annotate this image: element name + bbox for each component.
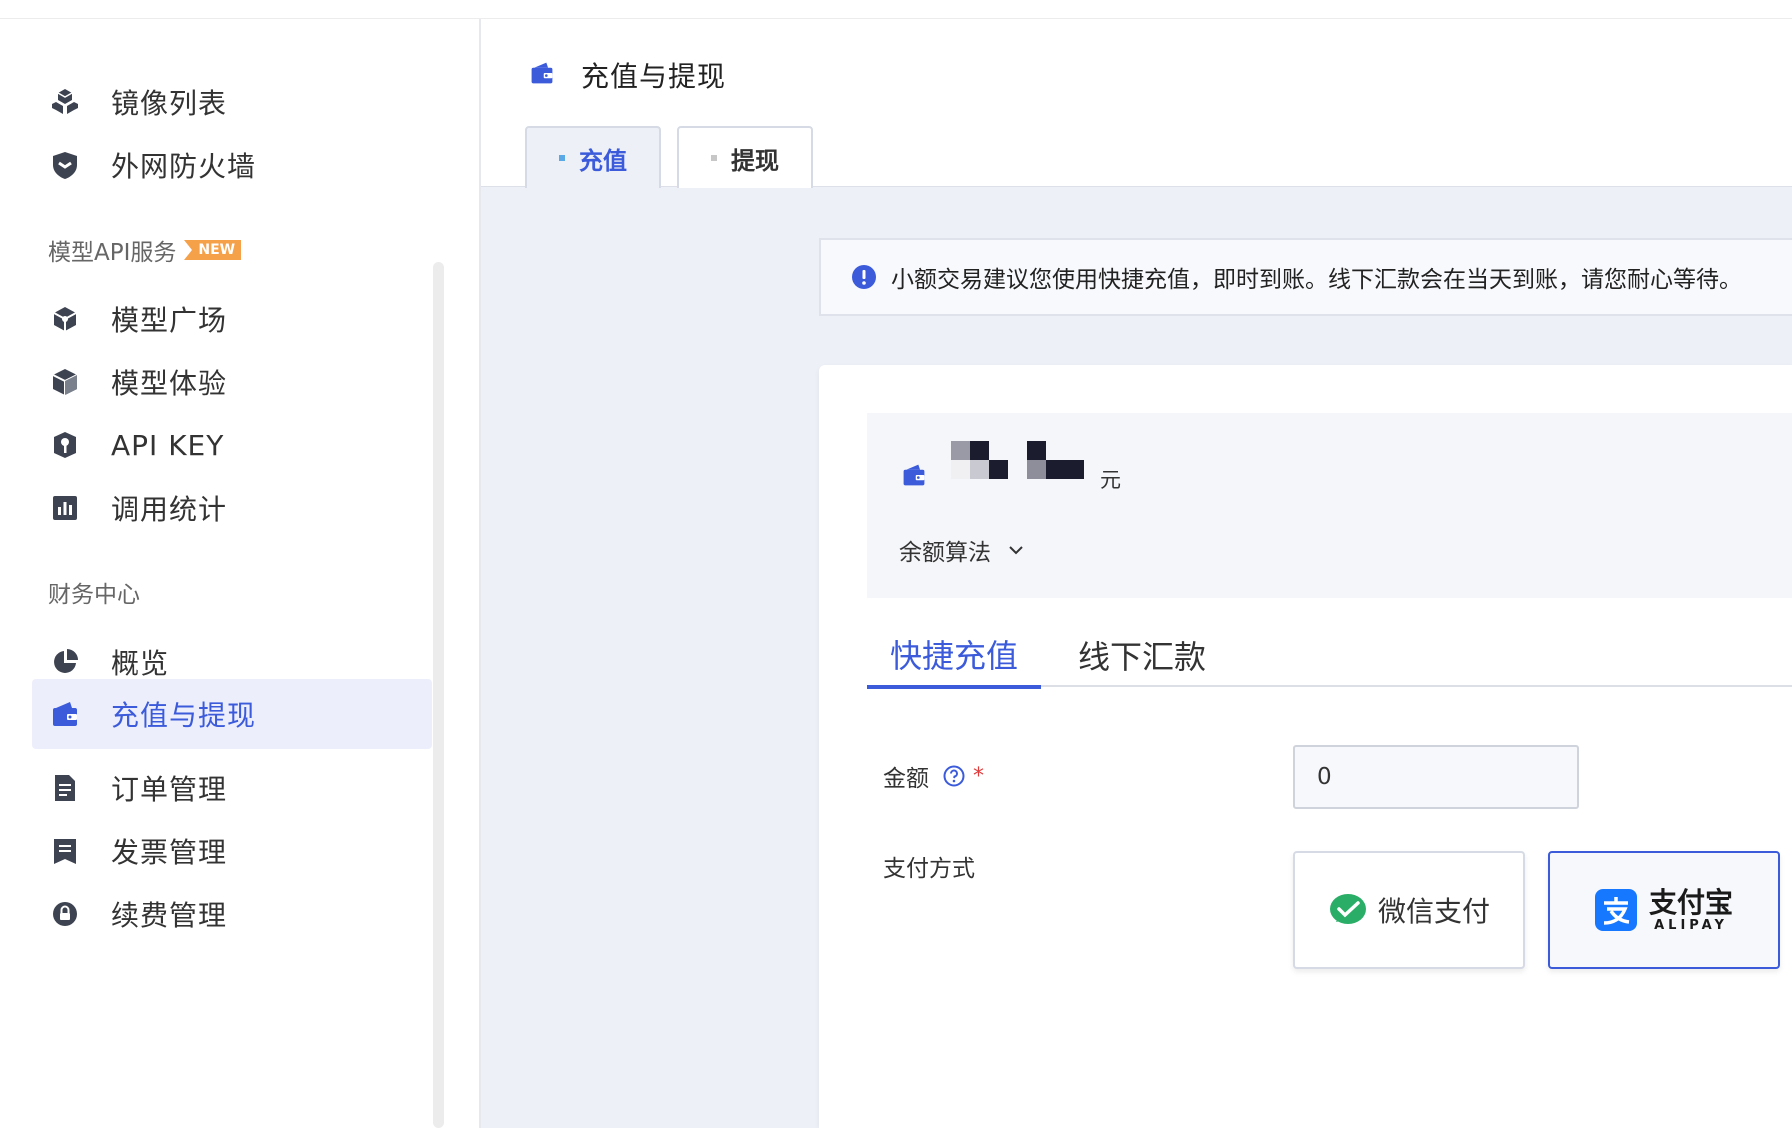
pie-chart-icon <box>49 646 81 678</box>
page-header: 充值与提现 充值 提现 <box>481 19 1792 188</box>
required-mark: * <box>973 763 984 789</box>
alipay-text: 支付宝 ALIPAY <box>1648 885 1733 933</box>
alipay-option[interactable]: 支付宝 ALIPAY <box>1548 851 1780 969</box>
sidebar-item-label: 模型体验 <box>111 367 228 400</box>
notice-banner: 小额交易建议您使用快捷充值，即时到账。线下汇款会在当天到账，请您耐心等待。 <box>819 238 1792 316</box>
section-title-text: 模型API服务 <box>48 240 177 266</box>
sidebar-item-orders[interactable]: 订单管理 <box>32 753 432 823</box>
new-badge: NEW <box>184 240 242 260</box>
payment-method-label: 支付方式 <box>883 849 975 883</box>
sidebar-item-renewals[interactable]: 续费管理 <box>32 879 432 949</box>
sidebar-item-label: 订单管理 <box>111 773 228 806</box>
sidebar-item-firewall[interactable]: 外网防火墙 <box>32 130 432 200</box>
sidebar-item-label: 发票管理 <box>111 836 228 869</box>
page-title: 充值与提现 <box>529 55 726 95</box>
balance-algorithm-label: 余额算法 <box>899 540 991 566</box>
top-bar <box>0 0 1792 19</box>
wechat-pay-option[interactable]: 微信支付 <box>1293 851 1525 969</box>
chevron-down-icon <box>1009 546 1023 555</box>
alipay-icon <box>1594 889 1637 931</box>
wallet-icon <box>529 60 555 90</box>
section-title-finance: 财务中心 <box>48 575 140 609</box>
bar-chart-icon <box>49 492 81 524</box>
payment-method-label-text: 支付方式 <box>883 856 975 882</box>
info-icon <box>851 264 877 290</box>
balance-row: 元 <box>901 441 1121 498</box>
alipay-sub-label: ALIPAY <box>1654 917 1728 933</box>
page-title-text: 充值与提现 <box>581 60 727 93</box>
help-icon[interactable] <box>943 765 965 787</box>
sidebar-item-recharge-withdraw[interactable]: 充值与提现 <box>32 679 432 749</box>
sidebar: 镜像列表 外网防火墙 模型API服务 NEW 模型广场 模型体验 API KEY… <box>0 19 432 1128</box>
sidebar-item-invoices[interactable]: 发票管理 <box>32 816 432 886</box>
wallet-icon <box>901 462 927 492</box>
sidebar-item-label: 模型广场 <box>111 304 228 337</box>
balance-unit: 元 <box>1100 468 1121 492</box>
sidebar-item-api-key[interactable]: API KEY <box>32 410 432 480</box>
invoice-icon <box>49 835 81 867</box>
tab-recharge[interactable]: 充值 <box>525 126 661 188</box>
tab-dot <box>711 155 717 161</box>
wechat-icon <box>1328 892 1368 928</box>
tab-quick-recharge[interactable]: 快捷充值 <box>867 623 1042 689</box>
sidebar-item-label: 镜像列表 <box>111 87 228 120</box>
cubes-icon <box>49 86 81 118</box>
sidebar-item-label: 调用统计 <box>111 493 228 526</box>
renew-icon <box>49 898 81 930</box>
tab-withdraw[interactable]: 提现 <box>677 126 813 188</box>
sidebar-item-images[interactable]: 镜像列表 <box>32 67 432 137</box>
amount-label: 金额 * <box>883 759 984 793</box>
balance-panel: 元 余额算法 <box>867 413 1792 598</box>
balance-amount-redacted <box>951 441 1084 498</box>
shield-icon <box>49 149 81 181</box>
recharge-card: 元 余额算法 快捷充值 线下汇款 金额 * 0 支付方式 微信支付 支付宝 AL… <box>819 365 1792 1128</box>
tab-dot <box>559 155 565 161</box>
amount-input[interactable]: 0 <box>1293 745 1579 809</box>
sidebar-item-label: 续费管理 <box>111 899 228 932</box>
document-icon <box>49 772 81 804</box>
sidebar-item-label: 外网防火墙 <box>111 150 257 183</box>
sidebar-item-model-square[interactable]: 模型广场 <box>32 284 432 354</box>
sidebar-item-label: 充值与提现 <box>111 699 257 732</box>
section-title-model-api: 模型API服务 NEW <box>48 233 242 267</box>
sidebar-item-call-stats[interactable]: 调用统计 <box>32 473 432 543</box>
sidebar-item-label: 概览 <box>111 647 170 680</box>
alipay-label: 支付宝 <box>1648 885 1733 919</box>
model-square-icon <box>49 303 81 335</box>
wechat-pay-label: 微信支付 <box>1377 895 1490 928</box>
tab-label: 充值 <box>579 146 627 175</box>
key-shield-icon <box>49 429 81 461</box>
sidebar-scrollbar[interactable] <box>433 262 444 1128</box>
amount-label-text: 金额 <box>883 766 929 792</box>
wallet-icon <box>49 698 81 730</box>
section-title-text: 财务中心 <box>48 582 140 608</box>
main-content: 充值与提现 充值 提现 小额交易建议您使用快捷充值，即时到账。线下汇款会在当天到… <box>481 19 1792 1128</box>
sidebar-item-model-experience[interactable]: 模型体验 <box>32 347 432 417</box>
recharge-method-tabs: 快捷充值 线下汇款 <box>867 623 1792 689</box>
notice-text: 小额交易建议您使用快捷充值，即时到账。线下汇款会在当天到账，请您耐心等待。 <box>891 267 1742 293</box>
tab-offline-transfer[interactable]: 线下汇款 <box>1055 623 1229 687</box>
balance-algorithm-toggle[interactable]: 余额算法 <box>899 533 1025 567</box>
sidebar-item-label: API KEY <box>111 428 225 462</box>
cube-icon <box>49 366 81 398</box>
tab-label: 提现 <box>731 146 779 175</box>
